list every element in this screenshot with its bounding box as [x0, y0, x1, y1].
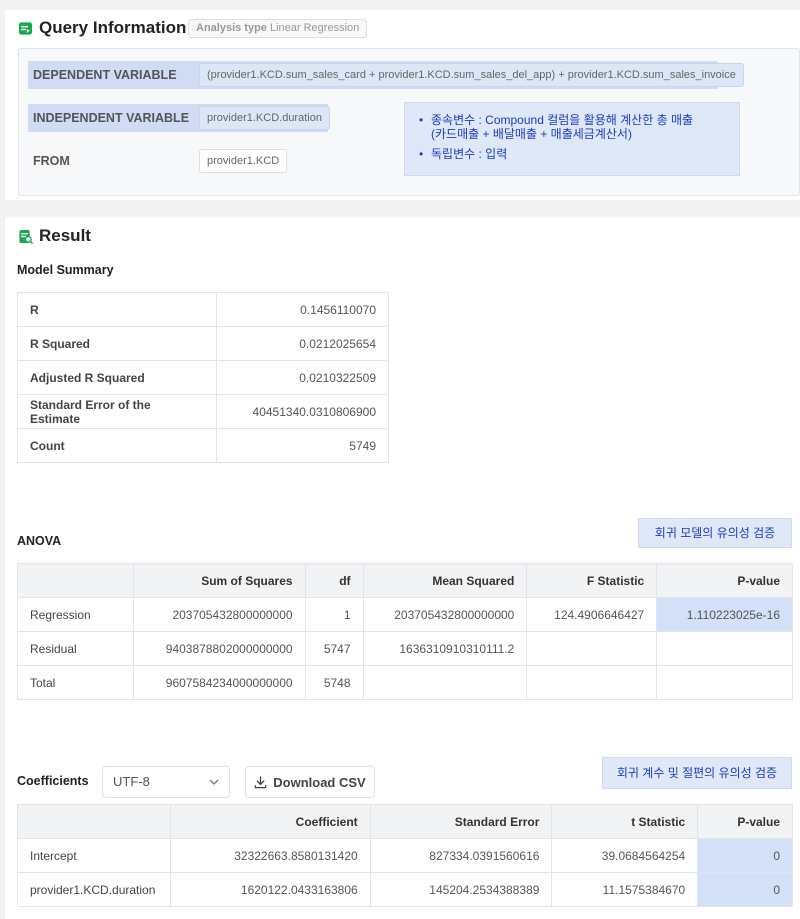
model-summary-table: R 0.1456110070 R Squared 0.0212025654 Adjust…: [17, 292, 389, 463]
coefficients-header-cell: Standard Error: [369, 804, 553, 839]
encoding-select[interactable]: UTF-8: [102, 766, 230, 798]
analysis-type-badge: Analysis type Linear Regression: [188, 19, 368, 38]
result-title: Result: [39, 226, 91, 245]
anova-cell: [362, 665, 528, 700]
coefficients-cell: 39.0684564254: [551, 838, 699, 873]
summary-label: R: [17, 292, 217, 327]
anova-row-label: Residual: [17, 631, 134, 666]
query-details: DEPENDENT VARIABLE (provider1.KCD.sum_sa…: [18, 48, 800, 196]
summary-label: Adjusted R Squared: [17, 360, 217, 395]
coefficients-table: Coefficient Standard Error t Statistic P-va…: [17, 804, 793, 907]
anova-cell: 203705432800000000: [132, 597, 306, 632]
anova-cell: 9403878802000000000: [132, 631, 306, 666]
anova-cell: 1: [304, 597, 364, 632]
anova-cell: [526, 665, 658, 700]
result-card: Result Model Summary R 0.1456110070 R Squa…: [5, 217, 800, 919]
coefficients-cell: 11.1575384670: [551, 872, 699, 907]
model-summary-title: Model Summary: [17, 263, 114, 277]
coefficients-row-label: provider1.KCD.duration: [17, 872, 171, 907]
note-dependent: 종속변수 : Compound 컬럼을 활용해 계산한 총 매출 (카드매출 +…: [419, 113, 739, 141]
coefficients-title: Coefficients: [17, 774, 89, 788]
anova-header-cell: Mean Squared: [362, 563, 528, 598]
summary-value: 0.0212025654: [216, 326, 389, 361]
anova-row: Total 9607584234000000000 5748: [17, 665, 793, 700]
anova-callout: 회귀 모델의 유의성 검증: [638, 518, 792, 548]
anova-row: Residual 9403878802000000000 5747 163631091…: [17, 631, 793, 666]
coefficients-header-row: Coefficient Standard Error t Statistic P-va…: [17, 804, 793, 839]
note-dependent-line1: 종속변수 : Compound 컬럼을 활용해 계산한 총 매출: [431, 113, 694, 127]
coefficients-header-cell: t Statistic: [551, 804, 699, 839]
anova-cell: 5747: [304, 631, 364, 666]
analysis-type-key: Analysis type: [196, 22, 267, 34]
anova-cell: [656, 631, 793, 666]
coefficients-row-label: Intercept: [17, 838, 171, 873]
coefficients-header-cell: Coefficient: [169, 804, 371, 839]
anova-table: Sum of Squares df Mean Squared F Statistic P…: [17, 563, 793, 700]
anova-title: ANOVA: [17, 534, 62, 548]
query-information-header: Query Information: [18, 18, 186, 38]
anova-cell: [656, 665, 793, 700]
coefficients-header-cell: P-value: [697, 804, 793, 839]
note-dependent-line2: (카드매출 + 배달매출 + 매출세금계산서): [431, 127, 632, 141]
summary-value: 40451340.0310806900: [216, 394, 389, 429]
coefficients-cell: 0: [697, 872, 793, 907]
coefficients-callout: 회귀 계수 및 절편의 유의성 검증: [602, 757, 792, 789]
download-csv-label: Download CSV: [273, 774, 366, 790]
anova-cell: 1636310910310111.2: [362, 631, 528, 666]
variable-note: 종속변수 : Compound 컬럼을 활용해 계산한 총 매출 (카드매출 +…: [404, 102, 740, 176]
anova-cell: 124.4906646427: [526, 597, 658, 632]
summary-label: Count: [17, 428, 217, 463]
summary-row: R 0.1456110070: [17, 292, 389, 327]
anova-header-row: Sum of Squares df Mean Squared F Statistic P…: [17, 563, 793, 598]
from-label: FROM: [33, 154, 70, 168]
coefficients-row: provider1.KCD.duration 1620122.0433163806…: [17, 872, 793, 907]
summary-value: 0.0210322509: [216, 360, 389, 395]
summary-value: 5749: [216, 428, 389, 463]
anova-header-cell: F Statistic: [526, 563, 658, 598]
coefficients-cell: 1620122.0433163806: [169, 872, 371, 907]
coefficients-cell: 827334.0391560616: [369, 838, 553, 873]
anova-cell: 5748: [304, 665, 364, 700]
summary-label: Standard Error of the Estimate: [17, 394, 217, 429]
note-independent: 독립변수 : 입력: [419, 147, 739, 161]
independent-variable-value: provider1.KCD.duration: [199, 106, 330, 130]
coefficients-row: Intercept 32322663.8580131420 827334.03915…: [17, 838, 793, 873]
anova-row-label: Total: [17, 665, 134, 700]
download-csv-button[interactable]: Download CSV: [245, 766, 375, 798]
summary-row: R Squared 0.0212025654: [17, 326, 389, 361]
coefficients-cell: 32322663.8580131420: [169, 838, 371, 873]
dependent-variable-value: (provider1.KCD.sum_sales_card + provider…: [199, 63, 744, 87]
encoding-value: UTF-8: [113, 774, 150, 789]
summary-row: Standard Error of the Estimate 40451340.0…: [17, 394, 389, 429]
query-information-title: Query Information: [39, 18, 187, 37]
anova-cell: 9607584234000000000: [132, 665, 306, 700]
coefficients-cell: 145204.2534388389: [369, 872, 553, 907]
query-information-card: Query Information Analysis type Linear R…: [5, 10, 800, 200]
anova-row-label: Regression: [17, 597, 134, 632]
dependent-variable-label: DEPENDENT VARIABLE: [33, 68, 177, 82]
summary-value: 0.1456110070: [216, 292, 389, 327]
anova-row: Regression 203705432800000000 1 20370543280…: [17, 597, 793, 632]
anova-header-cell: P-value: [656, 563, 793, 598]
anova-cell: [526, 631, 658, 666]
anova-cell: 1.110223025e-16: [656, 597, 793, 632]
coefficients-header-cell: [17, 804, 171, 839]
analysis-type-value: Linear Regression: [269, 22, 360, 34]
summary-label: R Squared: [17, 326, 217, 361]
from-value: provider1.KCD: [199, 149, 288, 173]
result-header: Result: [18, 226, 91, 246]
anova-header-cell: Sum of Squares: [132, 563, 306, 598]
anova-header-cell: [17, 563, 134, 598]
anova-cell: 203705432800000000: [362, 597, 528, 632]
anova-header-cell: df: [304, 563, 364, 598]
result-icon: [19, 229, 33, 244]
query-icon: [18, 21, 33, 35]
download-icon: [255, 775, 267, 788]
summary-row: Count 5749: [17, 428, 389, 463]
coefficients-cell: 0: [697, 838, 793, 873]
summary-row: Adjusted R Squared 0.0210322509: [17, 360, 389, 395]
chevron-down-icon: [209, 779, 219, 785]
